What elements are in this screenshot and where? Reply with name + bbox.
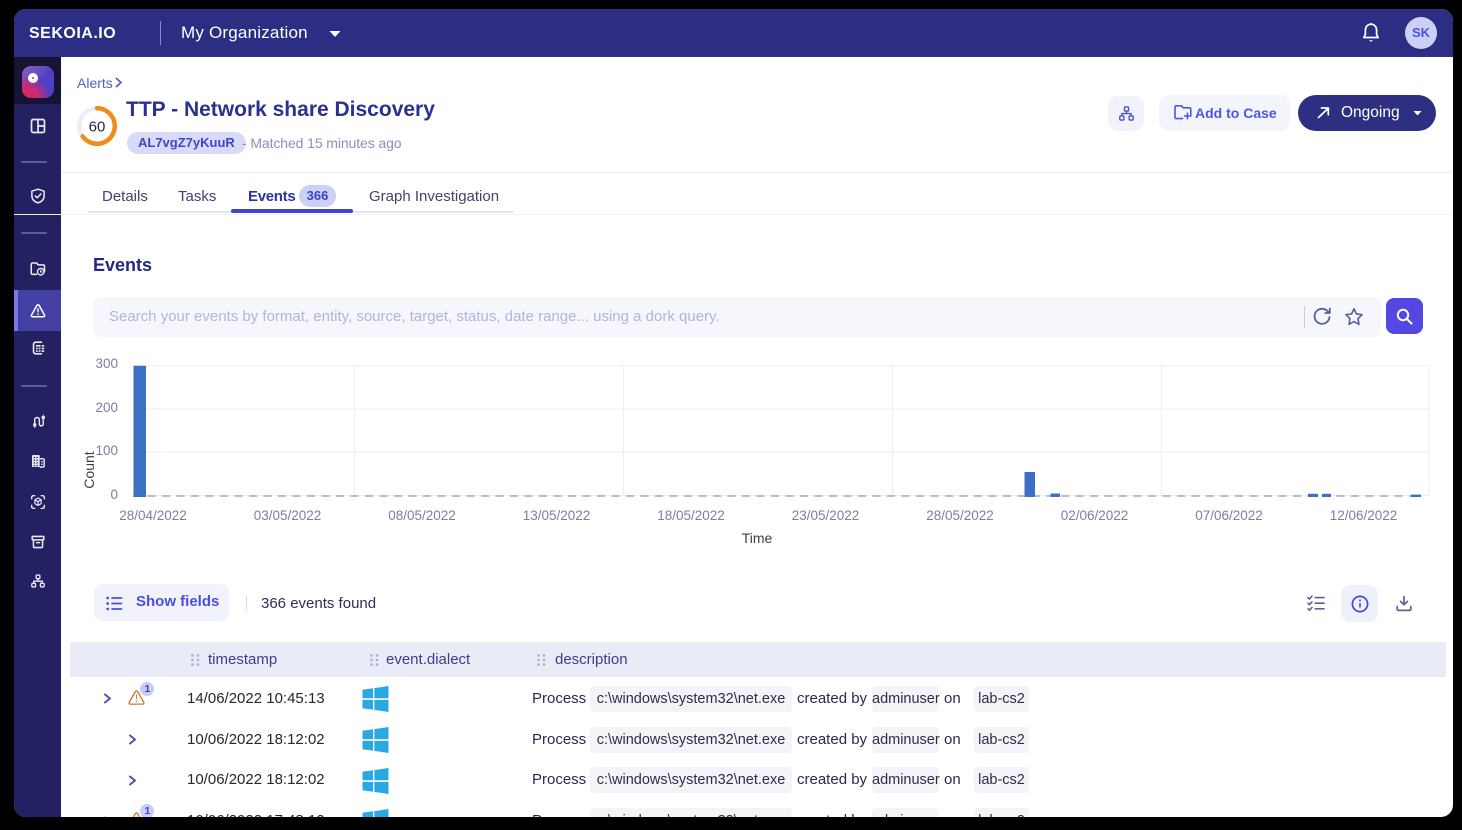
svg-text:60: 60	[89, 118, 106, 135]
